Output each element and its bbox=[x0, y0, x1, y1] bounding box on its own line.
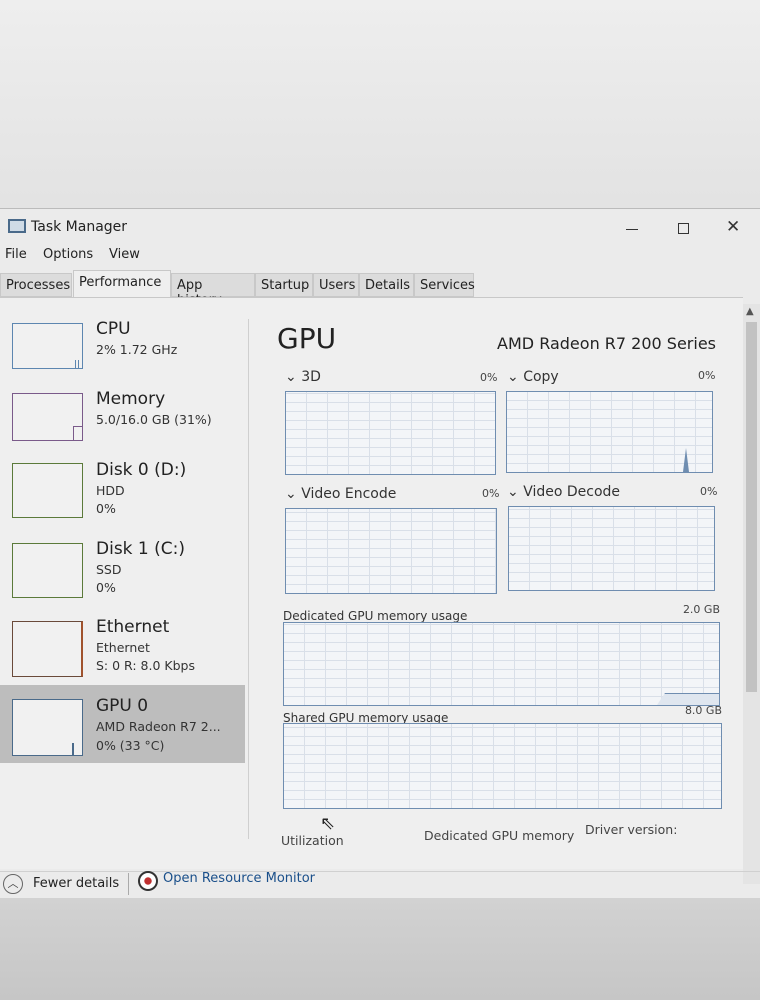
fewer-details-label: Fewer details bbox=[33, 876, 120, 891]
tab-app-history[interactable]: App history bbox=[171, 273, 255, 308]
stat-dedicated-memory-label: Dedicated GPU memory bbox=[424, 828, 575, 843]
tab-processes[interactable]: Processes bbox=[0, 273, 72, 297]
engine-label: Copy bbox=[523, 369, 559, 385]
window-title: Task Manager bbox=[31, 219, 128, 235]
page-title: GPU bbox=[277, 322, 337, 355]
sidebar-sub: 2% 1.72 GHz bbox=[96, 342, 178, 357]
engine-value: 0% bbox=[700, 485, 718, 498]
3d-graph bbox=[285, 391, 496, 475]
monitor-bezel bbox=[0, 898, 760, 1000]
stat-utilization-label: Utilization bbox=[281, 833, 344, 848]
sidebar-label: CPU bbox=[96, 319, 131, 339]
scrollbar-thumb[interactable] bbox=[746, 322, 757, 692]
memory-thumbnail-graph bbox=[12, 393, 83, 441]
engine-selector-3d[interactable]: ⌄ 3D bbox=[285, 369, 321, 385]
sidebar-sub: 0% bbox=[96, 501, 116, 516]
sidebar-label: Memory bbox=[96, 389, 166, 409]
gpu-thumbnail-graph bbox=[12, 699, 83, 756]
ethernet-thumbnail-graph bbox=[12, 621, 83, 677]
close-icon[interactable]: ✕ bbox=[726, 217, 740, 237]
sidebar-sub: 0% bbox=[96, 580, 116, 595]
menu-file[interactable]: File bbox=[5, 247, 27, 262]
app-icon bbox=[8, 219, 26, 233]
video-decode-graph bbox=[508, 506, 715, 591]
gpu-device-name: AMD Radeon R7 200 Series bbox=[497, 334, 716, 353]
engine-value: 0% bbox=[482, 487, 500, 500]
tab-users[interactable]: Users bbox=[313, 273, 359, 297]
tab-details[interactable]: Details bbox=[359, 273, 414, 297]
sidebar-divider bbox=[248, 319, 249, 839]
engine-label: Video Decode bbox=[523, 484, 621, 500]
maximize-icon[interactable] bbox=[678, 223, 689, 234]
engine-selector-video-encode[interactable]: ⌄ Video Encode bbox=[285, 486, 396, 502]
disk1-thumbnail-graph bbox=[12, 543, 83, 598]
chevron-up-icon: ︿ bbox=[3, 874, 23, 894]
footer-divider bbox=[0, 871, 760, 872]
engine-value: 0% bbox=[480, 371, 498, 384]
copy-graph bbox=[506, 391, 713, 473]
engine-value: 0% bbox=[698, 369, 716, 382]
sidebar-label: GPU 0 bbox=[96, 696, 149, 716]
dedicated-memory-graph bbox=[283, 622, 720, 706]
sidebar-sub: AMD Radeon R7 2... bbox=[96, 719, 221, 734]
cpu-thumbnail-graph bbox=[12, 323, 83, 369]
sidebar-sub: Ethernet bbox=[96, 640, 150, 655]
sidebar-sub: 0% (33 °C) bbox=[96, 738, 165, 753]
sidebar-label: Ethernet bbox=[96, 617, 170, 637]
engine-selector-copy[interactable]: ⌄ Copy bbox=[507, 369, 559, 385]
menu-options[interactable]: Options bbox=[43, 247, 93, 262]
sidebar-sub: HDD bbox=[96, 483, 125, 498]
mouse-cursor-icon: ⇖ bbox=[320, 813, 336, 834]
menu-view[interactable]: View bbox=[109, 247, 140, 262]
sidebar-sub: 5.0/16.0 GB (31%) bbox=[96, 412, 212, 427]
footer-separator bbox=[128, 873, 129, 895]
video-encode-graph bbox=[285, 508, 497, 594]
sidebar-sub: S: 0 R: 8.0 Kbps bbox=[96, 658, 195, 673]
tab-services[interactable]: Services bbox=[414, 273, 475, 297]
task-manager-window: Task Manager ✕ File Options View Process… bbox=[0, 208, 760, 898]
minimize-icon[interactable] bbox=[626, 229, 638, 230]
sidebar-label: Disk 1 (C:) bbox=[96, 539, 186, 559]
dedicated-memory-label: Dedicated GPU memory usage bbox=[283, 609, 468, 623]
shared-memory-graph bbox=[283, 723, 722, 809]
tab-performance[interactable]: Performance bbox=[73, 270, 171, 298]
scrollbar[interactable]: ▲ bbox=[743, 304, 760, 884]
stat-driver-version-label: Driver version: bbox=[585, 822, 678, 837]
dedicated-memory-max: 2.0 GB bbox=[682, 603, 720, 616]
tab-startup[interactable]: Startup bbox=[255, 273, 313, 297]
resource-monitor-label: Open Resource Monitor bbox=[163, 871, 316, 886]
resource-monitor-icon bbox=[138, 871, 158, 891]
shared-memory-max: 8.0 GB bbox=[684, 704, 722, 717]
sidebar-sub: SSD bbox=[96, 562, 122, 577]
engine-selector-video-decode[interactable]: ⌄ Video Decode bbox=[507, 484, 620, 500]
sidebar-label: Disk 0 (D:) bbox=[96, 460, 187, 480]
engine-label: Video Encode bbox=[301, 486, 397, 502]
engine-label: 3D bbox=[301, 369, 321, 385]
disk0-thumbnail-graph bbox=[12, 463, 83, 518]
scroll-up-icon[interactable]: ▲ bbox=[746, 306, 754, 317]
